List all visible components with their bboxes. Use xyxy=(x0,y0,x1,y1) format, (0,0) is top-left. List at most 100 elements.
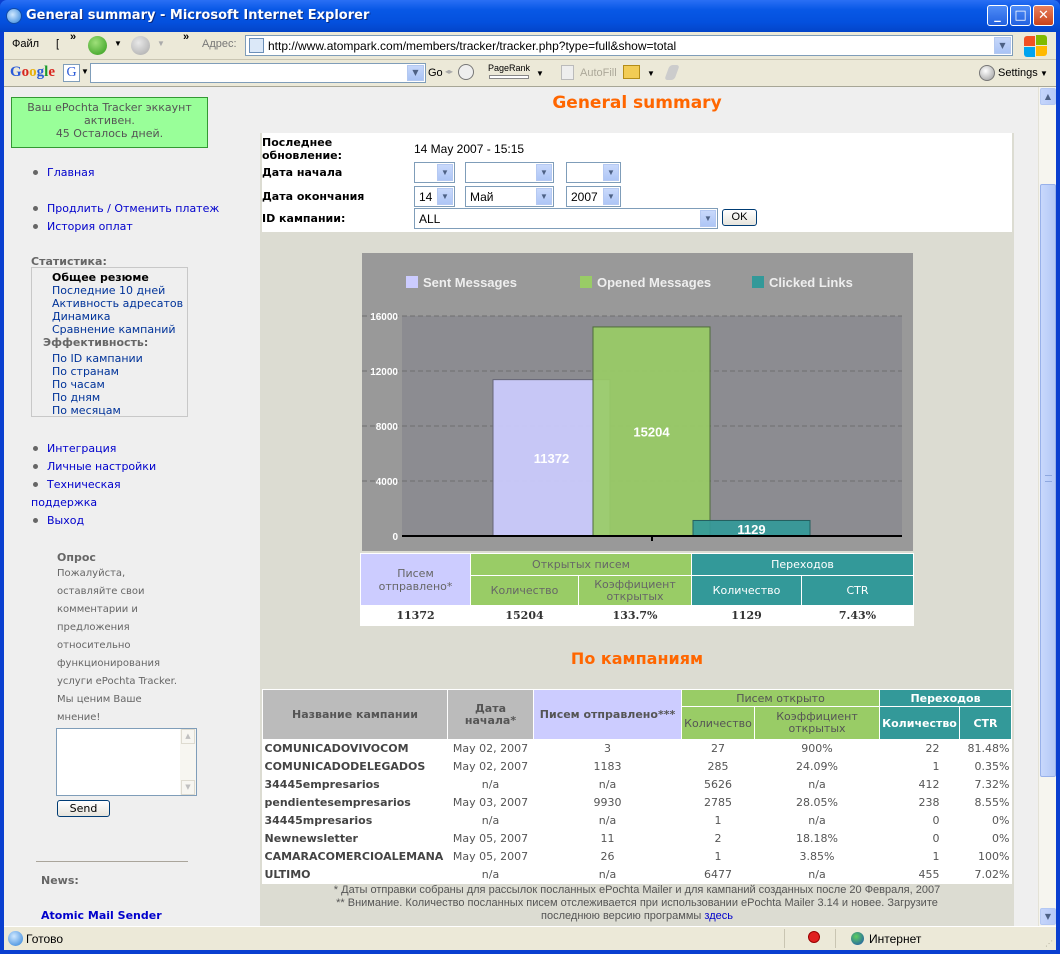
stats-general-summary[interactable]: Общее резюме xyxy=(52,271,149,284)
back-dropdown-icon[interactable]: ▼ xyxy=(114,39,122,48)
start-day-select[interactable]: ▼ xyxy=(414,162,455,183)
google-search-dropdown-icon[interactable]: ▼ xyxy=(407,65,424,81)
nav-home[interactable]: Главная xyxy=(47,166,95,179)
campaign-start-date: May 02, 2007 xyxy=(452,760,529,773)
end-month-select[interactable]: Май ▼ xyxy=(465,186,554,207)
campaign-opened: 2785 xyxy=(704,796,732,809)
highlighter-icon[interactable] xyxy=(664,65,680,80)
pagerank-dropdown-icon[interactable]: ▼ xyxy=(536,69,544,78)
toolbar-overflow-chevron[interactable]: » xyxy=(183,31,189,43)
campaign-sent: 26 xyxy=(600,850,615,863)
legend-swatch xyxy=(580,276,592,288)
status-text: Готово xyxy=(26,932,64,946)
end-day-select[interactable]: 14 ▼ xyxy=(414,186,455,207)
textarea-scrollbar[interactable]: ▲ ▼ xyxy=(180,729,196,795)
poll-comment-textarea[interactable]: ▲ ▼ xyxy=(56,728,197,796)
nav-payment-history[interactable]: История оплат xyxy=(47,220,133,233)
google-g-button[interactable]: G xyxy=(63,64,80,82)
folder-up-icon[interactable] xyxy=(623,65,640,79)
eff-by-hour[interactable]: По часам xyxy=(52,378,105,391)
google-search-input[interactable]: ▼ xyxy=(90,63,426,83)
address-url[interactable]: http://www.atompark.com/members/tracker/… xyxy=(268,39,676,53)
chart-svg: 0 4000 8000 12000 16000 Sent Messages Opened M… xyxy=(362,275,902,543)
campaign-opened: 6477 xyxy=(704,868,732,881)
campaign-sent: n/a xyxy=(598,868,617,881)
nav-tech-support[interactable]: Техническая xyxy=(47,478,121,491)
nav-logout[interactable]: Выход xyxy=(47,514,84,527)
privacy-blocked-icon[interactable] xyxy=(808,931,820,943)
poll-text: Пожалуйста, оставляйте свои комментарии … xyxy=(57,568,177,723)
scroll-up-icon[interactable]: ▲ xyxy=(181,729,195,744)
menu-overflow-chevron[interactable]: » xyxy=(70,31,76,43)
scroll-down-icon[interactable]: ▼ xyxy=(181,780,195,795)
download-here-link[interactable]: здесь xyxy=(704,910,733,922)
summary-bar-chart: 0 4000 8000 12000 16000 Sent Messages Opened M… xyxy=(362,253,913,551)
google-go-button[interactable]: Go xyxy=(428,67,443,79)
pagerank-label[interactable]: PageRank xyxy=(488,63,530,73)
campaign-clicks: 22 xyxy=(925,742,940,756)
nav-renew-payment[interactable]: Продлить / Отменить платеж xyxy=(47,202,219,215)
chat-bubble-icon[interactable] xyxy=(458,64,474,80)
end-year-select[interactable]: 2007 ▼ xyxy=(566,186,621,207)
status-bar: Готово Интернет ⋰ xyxy=(4,926,1056,950)
campaign-open-rate: n/a xyxy=(808,868,826,881)
maximize-button[interactable]: □ xyxy=(1010,5,1031,26)
scroll-thumb[interactable] xyxy=(1040,184,1056,777)
close-button[interactable]: ✕ xyxy=(1033,5,1054,26)
eff-by-country[interactable]: По странам xyxy=(52,365,119,378)
news-link-atomic-mail-sender[interactable]: Atomic Mail Sender xyxy=(41,909,162,922)
campaign-row: CAMARACOMERCIOALEMANA May 05, 2007 26 1 3.85… xyxy=(263,848,1012,866)
minimize-button[interactable]: _ xyxy=(987,5,1008,26)
summary-open-rate-header: Коэффициент открытых xyxy=(578,575,692,606)
chevron-down-icon: ▼ xyxy=(700,210,716,227)
campaign-opened: 27 xyxy=(711,742,725,756)
stats-compare-campaigns[interactable]: Сравнение кампаний xyxy=(52,323,176,336)
forward-button[interactable] xyxy=(131,36,150,55)
nav-integration[interactable]: Интеграция xyxy=(47,442,116,455)
start-month-select[interactable]: ▼ xyxy=(465,162,554,183)
bar-value-label: 1129 xyxy=(737,522,765,537)
autofill-button[interactable]: AutoFill xyxy=(580,67,617,79)
scroll-down-button[interactable]: ▼ xyxy=(1040,908,1056,925)
campaign-id-select[interactable]: ALL ▼ xyxy=(414,208,718,229)
campaign-id-label: ID кампании: xyxy=(262,212,346,225)
campaign-row: 34445mpresarios n/a n/a 1 n/a 0 0% xyxy=(263,812,1012,830)
campaign-open-rate: 900% xyxy=(801,742,833,756)
campaign-ctr: 8.55% xyxy=(974,796,1010,809)
nav-personal-settings[interactable]: Личные настройки xyxy=(47,460,156,473)
stats-recipient-activity[interactable]: Активность адресатов xyxy=(52,297,183,310)
menu-file[interactable]: Файл xyxy=(12,38,39,50)
campaign-opened: 5626 xyxy=(704,778,732,791)
send-button[interactable]: Send xyxy=(57,800,110,817)
page-scrollbar[interactable]: ▲ ▼ xyxy=(1038,87,1056,926)
ok-button[interactable]: OK xyxy=(722,209,757,226)
forward-dropdown-icon[interactable]: ▼ xyxy=(157,39,165,48)
scroll-up-button[interactable]: ▲ xyxy=(1040,88,1056,105)
campaign-open-rate: n/a xyxy=(808,814,826,827)
google-g-dropdown-icon[interactable]: ▼ xyxy=(81,67,89,76)
settings-button[interactable]: Settings xyxy=(998,67,1038,79)
eff-by-day[interactable]: По дням xyxy=(52,391,100,404)
campaign-open-rate: 18.18% xyxy=(796,832,838,845)
campaign-name: Newnewsletter xyxy=(264,832,358,845)
eff-by-month[interactable]: По месяцам xyxy=(52,404,121,417)
stats-last-10-days[interactable]: Последние 10 дней xyxy=(52,284,165,297)
campaign-name: 34445mpresarios xyxy=(264,814,373,827)
col-opened-count: Количество xyxy=(681,706,755,740)
campaign-opened: 285 xyxy=(707,760,729,773)
nav-tech-support-cont[interactable]: поддержка xyxy=(31,496,97,509)
google-toolbar: Google G ▼ ▼ Go ◂▸ PageRank ▼ AutoFill ▼… xyxy=(4,60,1056,87)
settings-dropdown-icon[interactable]: ▼ xyxy=(1040,69,1048,78)
folder-dropdown-icon[interactable]: ▼ xyxy=(647,69,655,78)
summary-opened-count-header: Количество xyxy=(470,575,579,606)
back-button[interactable] xyxy=(88,36,107,55)
address-dropdown-icon[interactable]: ▼ xyxy=(994,37,1011,54)
start-year-select[interactable]: ▼ xyxy=(566,162,621,183)
stats-dynamics[interactable]: Динамика xyxy=(52,310,111,323)
address-bar[interactable]: http://www.atompark.com/members/tracker/… xyxy=(245,35,1013,56)
campaign-start-date: May 02, 2007 xyxy=(452,742,529,756)
resize-grip-icon[interactable]: ⋰ xyxy=(1045,939,1053,948)
eff-by-campaign-id[interactable]: По ID кампании xyxy=(52,352,143,365)
campaign-ctr: 7.32% xyxy=(974,778,1010,791)
menu-more[interactable]: [ xyxy=(56,38,59,50)
